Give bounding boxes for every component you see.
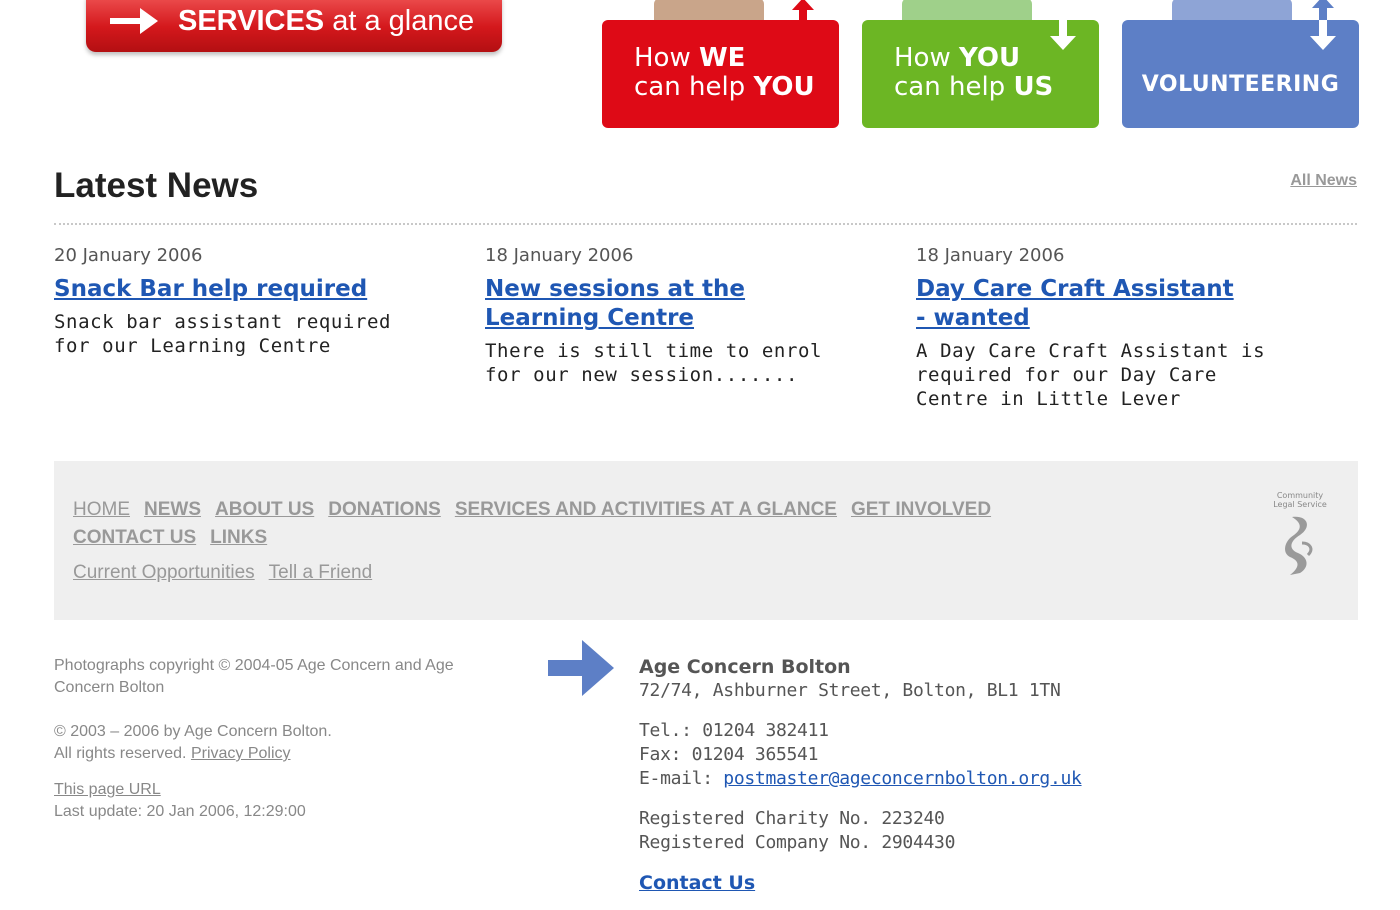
people-photo bbox=[1172, 0, 1292, 20]
footer-link-services[interactable]: SERVICES AND ACTIVITIES AT A GLANCE bbox=[455, 499, 837, 521]
news-headline-link[interactable]: Snack Bar help required bbox=[54, 275, 454, 304]
news-item: 20 January 2006 Snack Bar help required … bbox=[54, 245, 454, 358]
services-at-a-glance-button[interactable]: SERVICES at a glance bbox=[86, 0, 502, 52]
footer-link-get-involved[interactable]: GET INVOLVED bbox=[851, 499, 991, 521]
promo-we-text: How WE can help YOU bbox=[634, 43, 815, 102]
promo-you-text: How YOU can help US bbox=[894, 43, 1054, 102]
footer-link-about-us[interactable]: ABOUT US bbox=[215, 499, 314, 521]
arrow-right-icon bbox=[548, 640, 614, 696]
how-you-can-help-us-banner[interactable]: How YOU can help US bbox=[862, 0, 1099, 128]
charity-number: Registered Charity No. 223240 bbox=[639, 808, 945, 829]
services-button-label: SERVICES at a glance bbox=[178, 4, 475, 37]
company-number: Registered Company No. 2904430 bbox=[639, 832, 956, 853]
email-link[interactable]: postmaster@ageconcernbolton.org.uk bbox=[723, 768, 1082, 789]
arrow-up-icon bbox=[792, 0, 814, 22]
volunteering-banner[interactable]: VOLUNTEERING bbox=[1122, 0, 1359, 128]
footer-link-home[interactable]: HOME bbox=[73, 499, 130, 521]
people-photo bbox=[654, 0, 764, 20]
contact-us-link[interactable]: Contact Us bbox=[639, 871, 755, 895]
news-date: 20 January 2006 bbox=[54, 245, 203, 266]
footer-link-tell-a-friend[interactable]: Tell a Friend bbox=[269, 562, 373, 584]
footer-link-news[interactable]: NEWS bbox=[144, 499, 201, 521]
footer-link-links[interactable]: LINKS bbox=[210, 527, 267, 549]
news-item: 18 January 2006 Day Care Craft Assistant… bbox=[916, 245, 1316, 411]
volunteering-label: VOLUNTEERING bbox=[1141, 72, 1340, 97]
contact-block: Age Concern Bolton 72/74, Ashburner Stre… bbox=[639, 655, 1082, 896]
arrow-right-icon bbox=[110, 8, 158, 34]
footer-primary-links: HOME NEWS ABOUT US DONATIONS SERVICES AN… bbox=[73, 499, 991, 521]
news-date: 18 January 2006 bbox=[916, 245, 1065, 266]
news-summary: There is still time to enrol for our new… bbox=[485, 340, 823, 386]
news-item: 18 January 2006 New sessions at the Lear… bbox=[485, 245, 885, 387]
organisation-name: Age Concern Bolton bbox=[639, 656, 851, 678]
footer-link-contact-us[interactable]: CONTACT US bbox=[73, 527, 196, 549]
footer-navigation: HOME NEWS ABOUT US DONATIONS SERVICES AN… bbox=[54, 461, 1358, 620]
news-summary: Snack bar assistant required for our Lea… bbox=[54, 311, 392, 357]
news-date: 18 January 2006 bbox=[485, 245, 634, 266]
how-we-can-help-you-banner[interactable]: How WE can help YOU bbox=[602, 0, 839, 128]
fax: Fax: 01204 365541 bbox=[639, 744, 819, 765]
people-photo bbox=[902, 0, 1032, 20]
community-legal-service-icon bbox=[1285, 516, 1313, 575]
telephone: Tel.: 01204 382411 bbox=[639, 720, 829, 741]
news-divider bbox=[54, 223, 1357, 225]
footer-secondary-links: Current Opportunities Tell a Friend bbox=[73, 562, 372, 584]
rights-line-2-wrap: All rights reserved. Privacy Policy bbox=[54, 743, 494, 765]
last-update: Last update: 20 Jan 2006, 12:29:00 bbox=[54, 803, 306, 820]
footer-link-current-opportunities[interactable]: Current Opportunities bbox=[73, 562, 255, 584]
footer-primary-links-2: CONTACT US LINKS bbox=[73, 527, 267, 549]
address: 72/74, Ashburner Street, Bolton, BL1 1TN bbox=[639, 680, 1061, 701]
community-legal-service-logo[interactable]: Community Legal Service bbox=[1270, 491, 1330, 581]
page-url-link[interactable]: This page URL bbox=[54, 781, 161, 798]
all-news-link[interactable]: All News bbox=[1290, 172, 1357, 190]
rights-line-1: © 2003 – 2006 by Age Concern Bolton. bbox=[54, 723, 332, 740]
photo-copyright: Photographs copyright © 2004-05 Age Conc… bbox=[54, 657, 454, 696]
rights-line-2: All rights reserved. bbox=[54, 745, 187, 762]
news-headline-link[interactable]: Day Care Craft Assistant - wanted bbox=[916, 275, 1236, 333]
copyright-block: Photographs copyright © 2004-05 Age Conc… bbox=[54, 655, 494, 823]
news-headline-link[interactable]: New sessions at the Learning Centre bbox=[485, 275, 845, 333]
latest-news-heading: Latest News bbox=[54, 166, 259, 205]
arrow-up-down-icon bbox=[1310, 0, 1336, 50]
news-summary: A Day Care Craft Assistant is required f… bbox=[916, 340, 1266, 410]
privacy-policy-link[interactable]: Privacy Policy bbox=[191, 745, 291, 762]
footer-link-donations[interactable]: DONATIONS bbox=[328, 499, 441, 521]
email-line: E-mail: postmaster@ageconcernbolton.org.… bbox=[639, 768, 1082, 789]
